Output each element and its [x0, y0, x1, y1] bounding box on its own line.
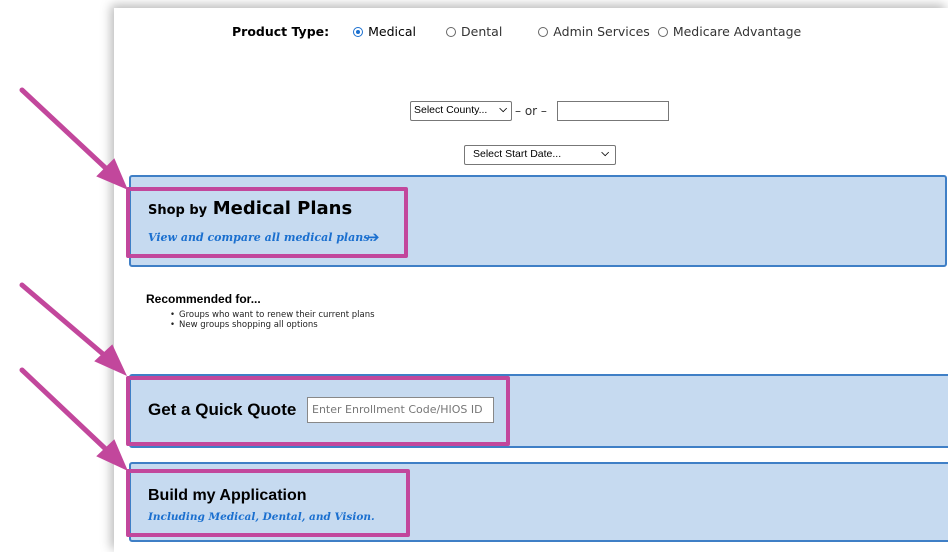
annotation-arrow-icon — [19, 282, 113, 363]
annotation-arrow-icon — [19, 87, 115, 177]
annotation-arrow-icon — [19, 367, 115, 458]
annotation-arrows — [19, 87, 128, 472]
